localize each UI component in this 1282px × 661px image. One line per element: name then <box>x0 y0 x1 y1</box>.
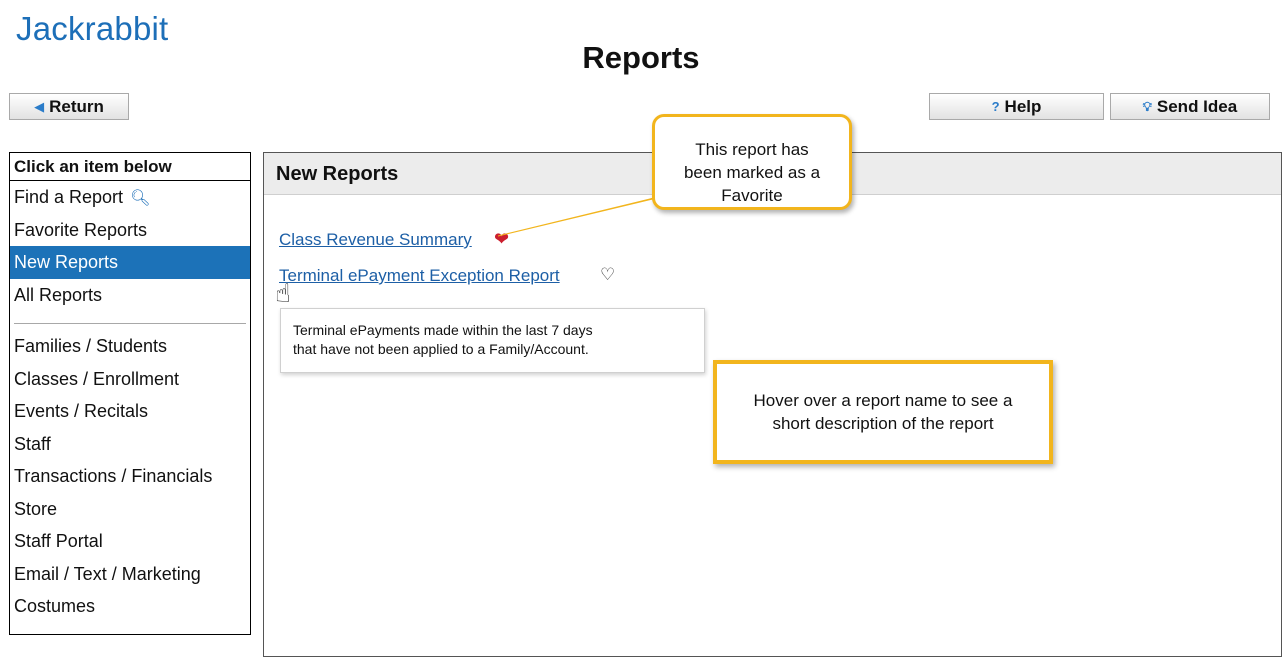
help-button[interactable]: ? Help <box>929 93 1104 120</box>
search-icon: 🔍︎ <box>130 190 151 207</box>
sidebar-item-classes-enrollment[interactable]: Classes / Enrollment <box>10 363 250 396</box>
tooltip-line: that have not been applied to a Family/A… <box>293 341 589 357</box>
help-label: Help <box>1004 96 1042 116</box>
sidebar-item-events-recitals[interactable]: Events / Recitals <box>10 395 250 428</box>
callout-line: been marked as a <box>683 163 821 182</box>
return-label: Return <box>49 96 104 116</box>
callout-line: Hover over a report name to see a <box>753 391 1013 410</box>
sidebar-item-staff[interactable]: Staff <box>10 428 250 461</box>
sidebar-item-costumes[interactable]: Costumes <box>10 590 250 623</box>
sidebar-item-store[interactable]: Store <box>10 493 250 526</box>
callout-line: Favorite <box>721 186 783 205</box>
sidebar-item-transactions-financials[interactable]: Transactions / Financials <box>10 460 250 493</box>
send-idea-label: Send Idea <box>1156 96 1238 116</box>
chevron-left-icon: ◀ <box>34 98 45 114</box>
report-link-class-revenue-summary[interactable]: Class Revenue Summary <box>279 230 472 250</box>
callout-line: This report has <box>695 140 809 159</box>
sidebar-item-find-report[interactable]: Find a Report 🔍︎ <box>10 181 250 214</box>
sidebar-item-new-reports[interactable]: New Reports <box>10 246 250 279</box>
return-button[interactable]: ◀ Return <box>9 93 129 120</box>
sidebar-item-all-reports[interactable]: All Reports <box>10 279 250 312</box>
favorite-heart-outline-icon[interactable]: ♡ <box>600 265 615 285</box>
sidebar-item-email-text-marketing[interactable]: Email / Text / Marketing <box>10 558 250 591</box>
favorite-heart-filled-icon[interactable]: ❤︎ <box>494 229 509 250</box>
hover-hint-callout: Hover over a report name to see a short … <box>713 360 1053 464</box>
page-title: Reports <box>582 40 700 75</box>
report-link-terminal-epayment-exception[interactable]: Terminal ePayment Exception Report <box>279 266 560 286</box>
send-idea-button[interactable]: 💡︎ Send Idea <box>1110 93 1270 120</box>
favorite-callout: This report has been marked as a Favorit… <box>652 114 852 210</box>
sidebar-item-staff-portal[interactable]: Staff Portal <box>10 525 250 558</box>
report-description-tooltip: Terminal ePayments made within the last … <box>280 308 705 373</box>
sidebar-item-favorite-reports[interactable]: Favorite Reports <box>10 214 250 247</box>
sidebar-divider <box>14 323 246 324</box>
sidebar-header: Click an item below <box>10 153 250 181</box>
tooltip-line: Terminal ePayments made within the last … <box>293 322 593 338</box>
question-icon: ? <box>991 99 1000 114</box>
lightbulb-icon: 💡︎ <box>1142 98 1152 114</box>
sidebar-item-label: Find a Report <box>14 187 124 207</box>
sidebar-item-families-students[interactable]: Families / Students <box>10 330 250 363</box>
callout-line: short description of the report <box>772 414 994 433</box>
hand-pointer-icon: ☝︎ <box>275 278 291 308</box>
report-category-sidebar: Click an item below Find a Report 🔍︎ Fav… <box>9 152 251 635</box>
